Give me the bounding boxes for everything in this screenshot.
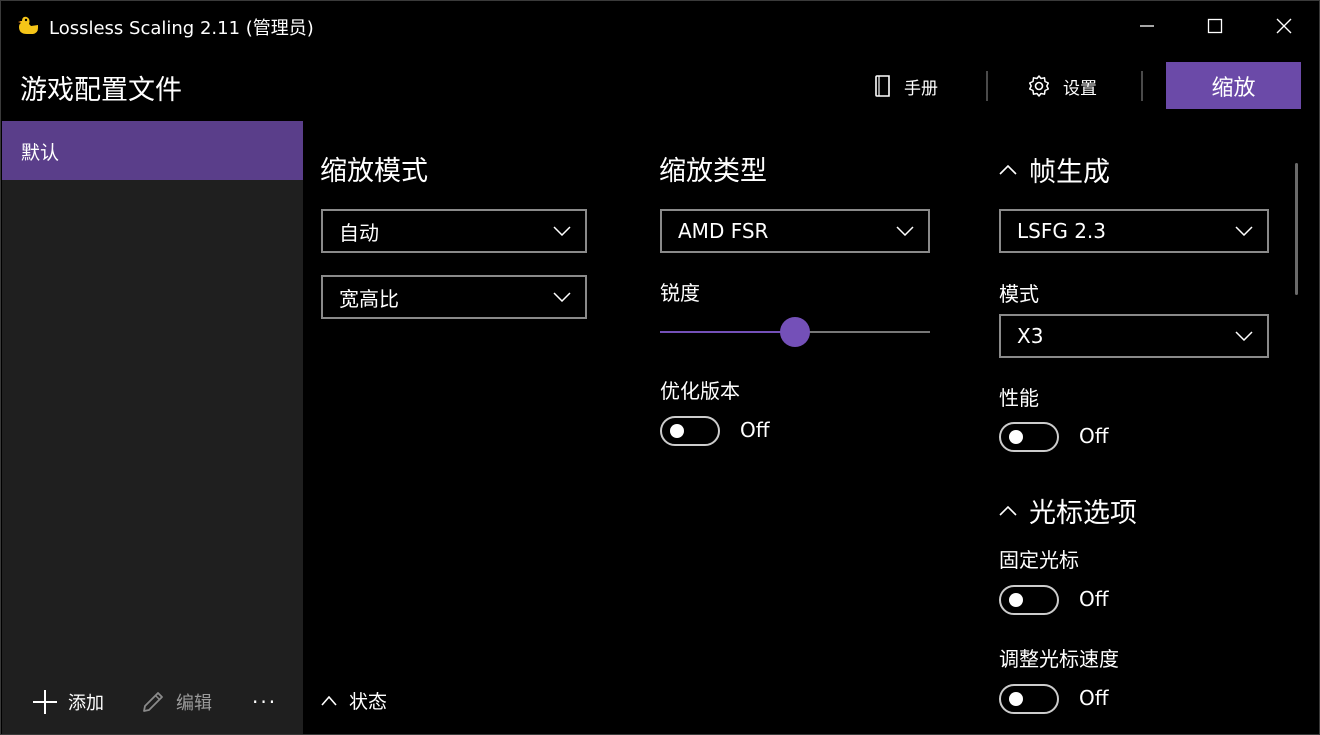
scaling-mode-dropdown[interactable]: 自动 <box>321 209 587 253</box>
scaling-type-title: 缩放类型 <box>659 156 767 187</box>
cursor-speed-toggle[interactable] <box>999 684 1059 714</box>
toggle-knob <box>1009 692 1023 706</box>
maximize-button[interactable] <box>1195 9 1235 43</box>
scaling-mode-value: 自动 <box>339 220 379 245</box>
settings-button[interactable]: 设置 <box>1027 71 1097 101</box>
scale-button[interactable]: 缩放 <box>1166 62 1301 109</box>
clip-cursor-label: 固定光标 <box>999 548 1079 572</box>
scaling-type-value: AMD FSR <box>678 219 769 243</box>
frame-gen-mode-label: 模式 <box>999 282 1039 306</box>
sharpness-slider[interactable] <box>660 317 930 347</box>
minimize-button[interactable] <box>1127 9 1167 43</box>
sharpness-slider-fill <box>660 331 795 333</box>
profile-sidebar: 默认 添加 编辑 ··· <box>2 121 303 734</box>
frame-gen-title: 帧生成 <box>1029 157 1110 188</box>
clip-cursor-state: Off <box>1079 587 1109 611</box>
status-label: 状态 <box>349 691 388 713</box>
aspect-ratio-dropdown[interactable]: 宽高比 <box>321 275 587 319</box>
frame-gen-version-dropdown[interactable]: LSFG 2.3 <box>999 209 1269 253</box>
performance-state: Off <box>1079 424 1109 448</box>
performance-toggle[interactable] <box>999 422 1059 452</box>
manual-button[interactable]: 手册 <box>874 71 938 101</box>
close-button[interactable] <box>1264 9 1304 43</box>
aspect-ratio-value: 宽高比 <box>339 286 399 311</box>
chevron-down-icon <box>896 226 914 236</box>
cursor-speed-state: Off <box>1079 686 1109 710</box>
settings-label: 设置 <box>1063 78 1097 99</box>
scaling-mode-title: 缩放模式 <box>320 156 428 187</box>
close-icon <box>1276 18 1292 34</box>
duck-app-icon <box>18 16 38 34</box>
frame-gen-version-value: LSFG 2.3 <box>1017 219 1107 243</box>
clip-cursor-toggle[interactable] <box>999 585 1059 615</box>
frame-gen-mode-value: X3 <box>1017 324 1044 348</box>
toggle-knob <box>670 424 684 438</box>
chevron-up-icon <box>999 164 1017 175</box>
sidebar-item-default[interactable]: 默认 <box>2 121 303 180</box>
scaling-type-dropdown[interactable]: AMD FSR <box>660 209 930 253</box>
title-bar[interactable]: Lossless Scaling 2.11 (管理员) <box>1 1 1319 51</box>
performance-label: 性能 <box>999 386 1039 410</box>
app-window: Lossless Scaling 2.11 (管理员) 游戏配置文件 手册 设置… <box>0 0 1320 735</box>
add-label: 添加 <box>68 693 104 714</box>
edit-label: 编辑 <box>176 693 212 714</box>
header-divider <box>986 71 988 101</box>
toggle-knob <box>1009 430 1023 444</box>
add-profile-button[interactable]: 添加 <box>32 686 104 718</box>
maximize-icon <box>1207 18 1223 34</box>
header-divider <box>1141 71 1143 101</box>
chevron-down-icon <box>1235 226 1253 236</box>
minimize-icon <box>1140 25 1154 27</box>
frame-gen-header[interactable]: 帧生成 <box>999 150 1110 189</box>
sharpness-label: 锐度 <box>660 281 700 305</box>
chevron-down-icon <box>553 292 571 302</box>
toggle-knob <box>1009 593 1023 607</box>
book-icon <box>875 75 890 97</box>
chevron-up-icon <box>999 505 1017 516</box>
optimized-version-toggle[interactable] <box>660 416 720 446</box>
sidebar-item-label: 默认 <box>21 142 60 164</box>
more-icon: ··· <box>252 690 278 714</box>
plus-icon <box>33 690 57 714</box>
cursor-options-header[interactable]: 光标选项 <box>999 491 1137 530</box>
vertical-scrollbar[interactable] <box>1295 163 1298 295</box>
page-title: 游戏配置文件 <box>20 75 182 106</box>
optimized-version-label: 优化版本 <box>660 379 740 403</box>
status-expander[interactable]: 状态 <box>321 687 387 714</box>
manual-label: 手册 <box>904 78 938 99</box>
more-options-button[interactable]: ··· <box>252 686 277 718</box>
edit-profile-button[interactable]: 编辑 <box>140 686 212 718</box>
frame-gen-mode-dropdown[interactable]: X3 <box>999 314 1269 358</box>
optimized-version-state: Off <box>740 418 770 442</box>
chevron-up-icon <box>321 695 337 706</box>
chevron-down-icon <box>1235 331 1253 341</box>
pencil-icon <box>143 692 163 712</box>
cursor-speed-label: 调整光标速度 <box>999 647 1119 671</box>
gear-icon <box>1028 75 1050 97</box>
chevron-down-icon <box>553 226 571 236</box>
cursor-options-title: 光标选项 <box>1029 498 1137 529</box>
sharpness-slider-thumb[interactable] <box>780 317 810 347</box>
window-title: Lossless Scaling 2.11 (管理员) <box>49 18 314 39</box>
